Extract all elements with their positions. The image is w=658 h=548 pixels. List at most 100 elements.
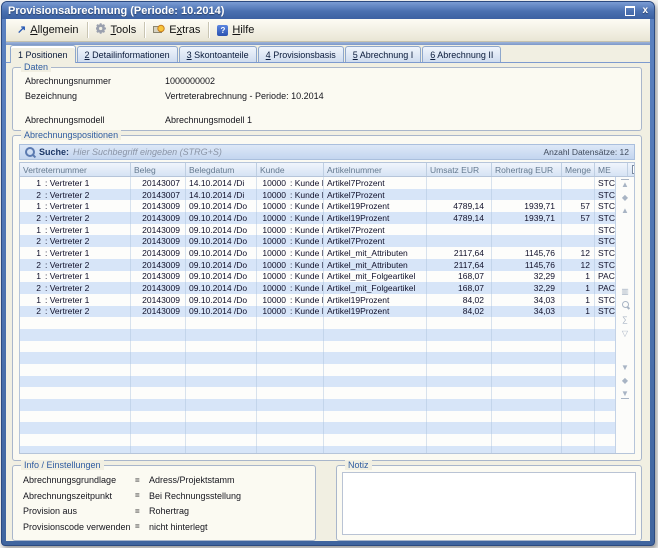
table-row[interactable]: 1: Vertreter 1 20143009 09.10.2014 /Do 1… bbox=[20, 247, 616, 259]
cell-umsatz: 2117,64 bbox=[427, 259, 492, 271]
table-row-empty bbox=[20, 411, 616, 423]
cell-beleg bbox=[131, 399, 186, 411]
cell-artikelnummer bbox=[324, 399, 427, 411]
help-icon: ? bbox=[217, 25, 228, 36]
close-icon[interactable]: x bbox=[642, 6, 648, 16]
menu-allgemein-label: Allgemein bbox=[30, 24, 78, 36]
cell-artikelnummer: Artikel19Prozent bbox=[324, 212, 427, 224]
table-row[interactable]: 2: Vertreter 2 20143007 14.10.2014 /Di 1… bbox=[20, 189, 616, 201]
cell-vertreternummer bbox=[20, 446, 131, 453]
cell-vertreternummer bbox=[20, 317, 131, 329]
cell-vertreternummer: 2: Vertreter 2 bbox=[20, 235, 131, 247]
cell-menge bbox=[562, 411, 595, 423]
col-vertreternummer[interactable]: Vertreternummer bbox=[20, 163, 131, 176]
info-label: Abrechnungszeitpunkt bbox=[23, 491, 135, 501]
cell-belegdatum bbox=[186, 387, 257, 399]
info-label: Abrechnungsgrundlage bbox=[23, 475, 135, 485]
col-menge[interactable]: Menge bbox=[562, 163, 595, 176]
cell-beleg: 20143009 bbox=[131, 271, 186, 283]
cell-umsatz bbox=[427, 434, 492, 446]
cell-beleg bbox=[131, 387, 186, 399]
col-beleg[interactable]: Beleg bbox=[131, 163, 186, 176]
cell-beleg bbox=[131, 364, 186, 376]
cell-vertreternummer: 1: Vertreter 1 bbox=[20, 271, 131, 283]
table-row[interactable]: 1: Vertreter 1 20143009 09.10.2014 /Do 1… bbox=[20, 271, 616, 283]
notiz-groupbox: Notiz bbox=[336, 465, 642, 541]
table-row[interactable]: 2: Vertreter 2 20143009 09.10.2014 /Do 1… bbox=[20, 306, 616, 318]
cell-rohertrag bbox=[492, 317, 562, 329]
col-umsatz[interactable]: Umsatz EUR bbox=[427, 163, 492, 176]
nav-up-icon[interactable]: ◆ bbox=[616, 193, 634, 203]
menu-hilfe-button[interactable]: ? Hilfe bbox=[210, 19, 261, 41]
cell-beleg bbox=[131, 317, 186, 329]
scroll-bottom-icon[interactable]: ▼ bbox=[616, 389, 634, 399]
scroll-top-icon[interactable]: ▲ bbox=[616, 180, 634, 190]
col-kunde[interactable]: Kunde bbox=[257, 163, 324, 176]
filter-icon[interactable]: ▽ bbox=[616, 329, 634, 339]
cell-menge bbox=[562, 352, 595, 364]
cell-belegdatum bbox=[186, 329, 257, 341]
cell-beleg: 20143009 bbox=[131, 200, 186, 212]
tab-abrechnung-1[interactable]: 5 Abrechnung I bbox=[345, 46, 422, 62]
menu-tools-button[interactable]: Tools bbox=[89, 19, 144, 41]
column-chooser-icon[interactable] bbox=[628, 163, 635, 176]
sum-icon[interactable]: ∑ bbox=[616, 315, 634, 325]
restore-icon[interactable] bbox=[625, 6, 635, 16]
info-row-zeitpunkt: Abrechnungszeitpunkt = Bei Rechnungsstel… bbox=[23, 491, 315, 501]
table-row[interactable]: 1: Vertreter 1 20143009 09.10.2014 /Do 1… bbox=[20, 200, 616, 212]
table-row[interactable]: 2: Vertreter 2 20143009 09.10.2014 /Do 1… bbox=[20, 259, 616, 271]
tab-positionen[interactable]: 1 Positionen bbox=[10, 45, 76, 63]
table-row[interactable]: 2: Vertreter 2 20143009 09.10.2014 /Do 1… bbox=[20, 282, 616, 294]
cell-artikelnummer: Artikel_mit_Folgeartikel bbox=[324, 282, 427, 294]
cell-kunde: 10000: Kunde Inland / Inlandsort bbox=[257, 247, 324, 259]
cell-kunde: 10000: Kunde Inland / Inlandsort bbox=[257, 189, 324, 201]
notiz-textarea[interactable] bbox=[342, 472, 636, 535]
cell-rohertrag bbox=[492, 177, 562, 189]
field-value: Abrechnungsmodell 1 bbox=[165, 115, 252, 125]
tab-skontoanteile[interactable]: 3 Skontoanteile bbox=[179, 46, 257, 62]
row-up-icon[interactable]: ▲ bbox=[616, 206, 634, 216]
table-row[interactable]: 1: Vertreter 1 20143007 14.10.2014 /Di 1… bbox=[20, 177, 616, 189]
table-row[interactable]: 1: Vertreter 1 20143009 09.10.2014 /Do 1… bbox=[20, 294, 616, 306]
cell-umsatz bbox=[427, 364, 492, 376]
columns-view-icon[interactable]: ▥ bbox=[616, 287, 634, 297]
cell-rohertrag bbox=[492, 235, 562, 247]
tab-abrechnung-2[interactable]: 6 Abrechnung II bbox=[422, 46, 501, 62]
col-belegdatum[interactable]: Belegdatum bbox=[186, 163, 257, 176]
col-artikelnummer[interactable]: Artikelnummer bbox=[324, 163, 427, 176]
cell-umsatz: 4789,14 bbox=[427, 200, 492, 212]
tab-page-positionen: Daten Abrechnungsnummer 1000000002 Bezei… bbox=[6, 63, 650, 541]
nav-down-icon[interactable]: ◆ bbox=[616, 376, 634, 386]
cell-rohertrag: 32,29 bbox=[492, 282, 562, 294]
table-row[interactable]: 2: Vertreter 2 20143009 09.10.2014 /Do 1… bbox=[20, 235, 616, 247]
cell-belegdatum: 09.10.2014 /Do bbox=[186, 294, 257, 306]
titlebar[interactable]: Provisionsabrechnung (Periode: 10.2014) … bbox=[2, 2, 654, 19]
cell-artikelnummer bbox=[324, 387, 427, 399]
cell-vertreternummer bbox=[20, 352, 131, 364]
daten-legend: Daten bbox=[21, 62, 51, 72]
zoom-icon[interactable] bbox=[616, 301, 634, 311]
cell-menge: 1 bbox=[562, 271, 595, 283]
row-down-icon[interactable]: ▼ bbox=[616, 363, 634, 373]
menu-allgemein-button[interactable]: ↗ Allgemein bbox=[10, 19, 86, 41]
cell-menge: 12 bbox=[562, 247, 595, 259]
col-me[interactable]: ME bbox=[595, 163, 628, 176]
cell-belegdatum: 14.10.2014 /Di bbox=[186, 189, 257, 201]
positionen-legend: Abrechnungspositionen bbox=[21, 130, 121, 140]
info-value: Adress/Projektstamm bbox=[149, 475, 235, 485]
col-rohertrag[interactable]: Rohertrag EUR bbox=[492, 163, 562, 176]
table-row[interactable]: 2: Vertreter 2 20143009 09.10.2014 /Do 1… bbox=[20, 212, 616, 224]
cell-artikelnummer bbox=[324, 411, 427, 423]
tab-provisionsbasis[interactable]: 4 Provisionsbasis bbox=[258, 46, 344, 62]
cell-kunde bbox=[257, 329, 324, 341]
tab-detailinformationen[interactable]: 2 Detailinformationen bbox=[77, 46, 178, 62]
cell-artikelnummer: Artikel19Prozent bbox=[324, 200, 427, 212]
search-bar: Suche: Anzahl Datensätze: 12 bbox=[19, 144, 635, 160]
cell-beleg: 20143009 bbox=[131, 224, 186, 236]
search-input[interactable] bbox=[73, 147, 539, 157]
cell-umsatz: 168,07 bbox=[427, 271, 492, 283]
menu-extras-button[interactable]: Extras bbox=[146, 19, 207, 41]
table-row[interactable]: 1: Vertreter 1 20143009 09.10.2014 /Do 1… bbox=[20, 224, 616, 236]
app-window: Provisionsabrechnung (Periode: 10.2014) … bbox=[1, 1, 655, 546]
cell-artikelnummer: Artikel7Prozent bbox=[324, 189, 427, 201]
